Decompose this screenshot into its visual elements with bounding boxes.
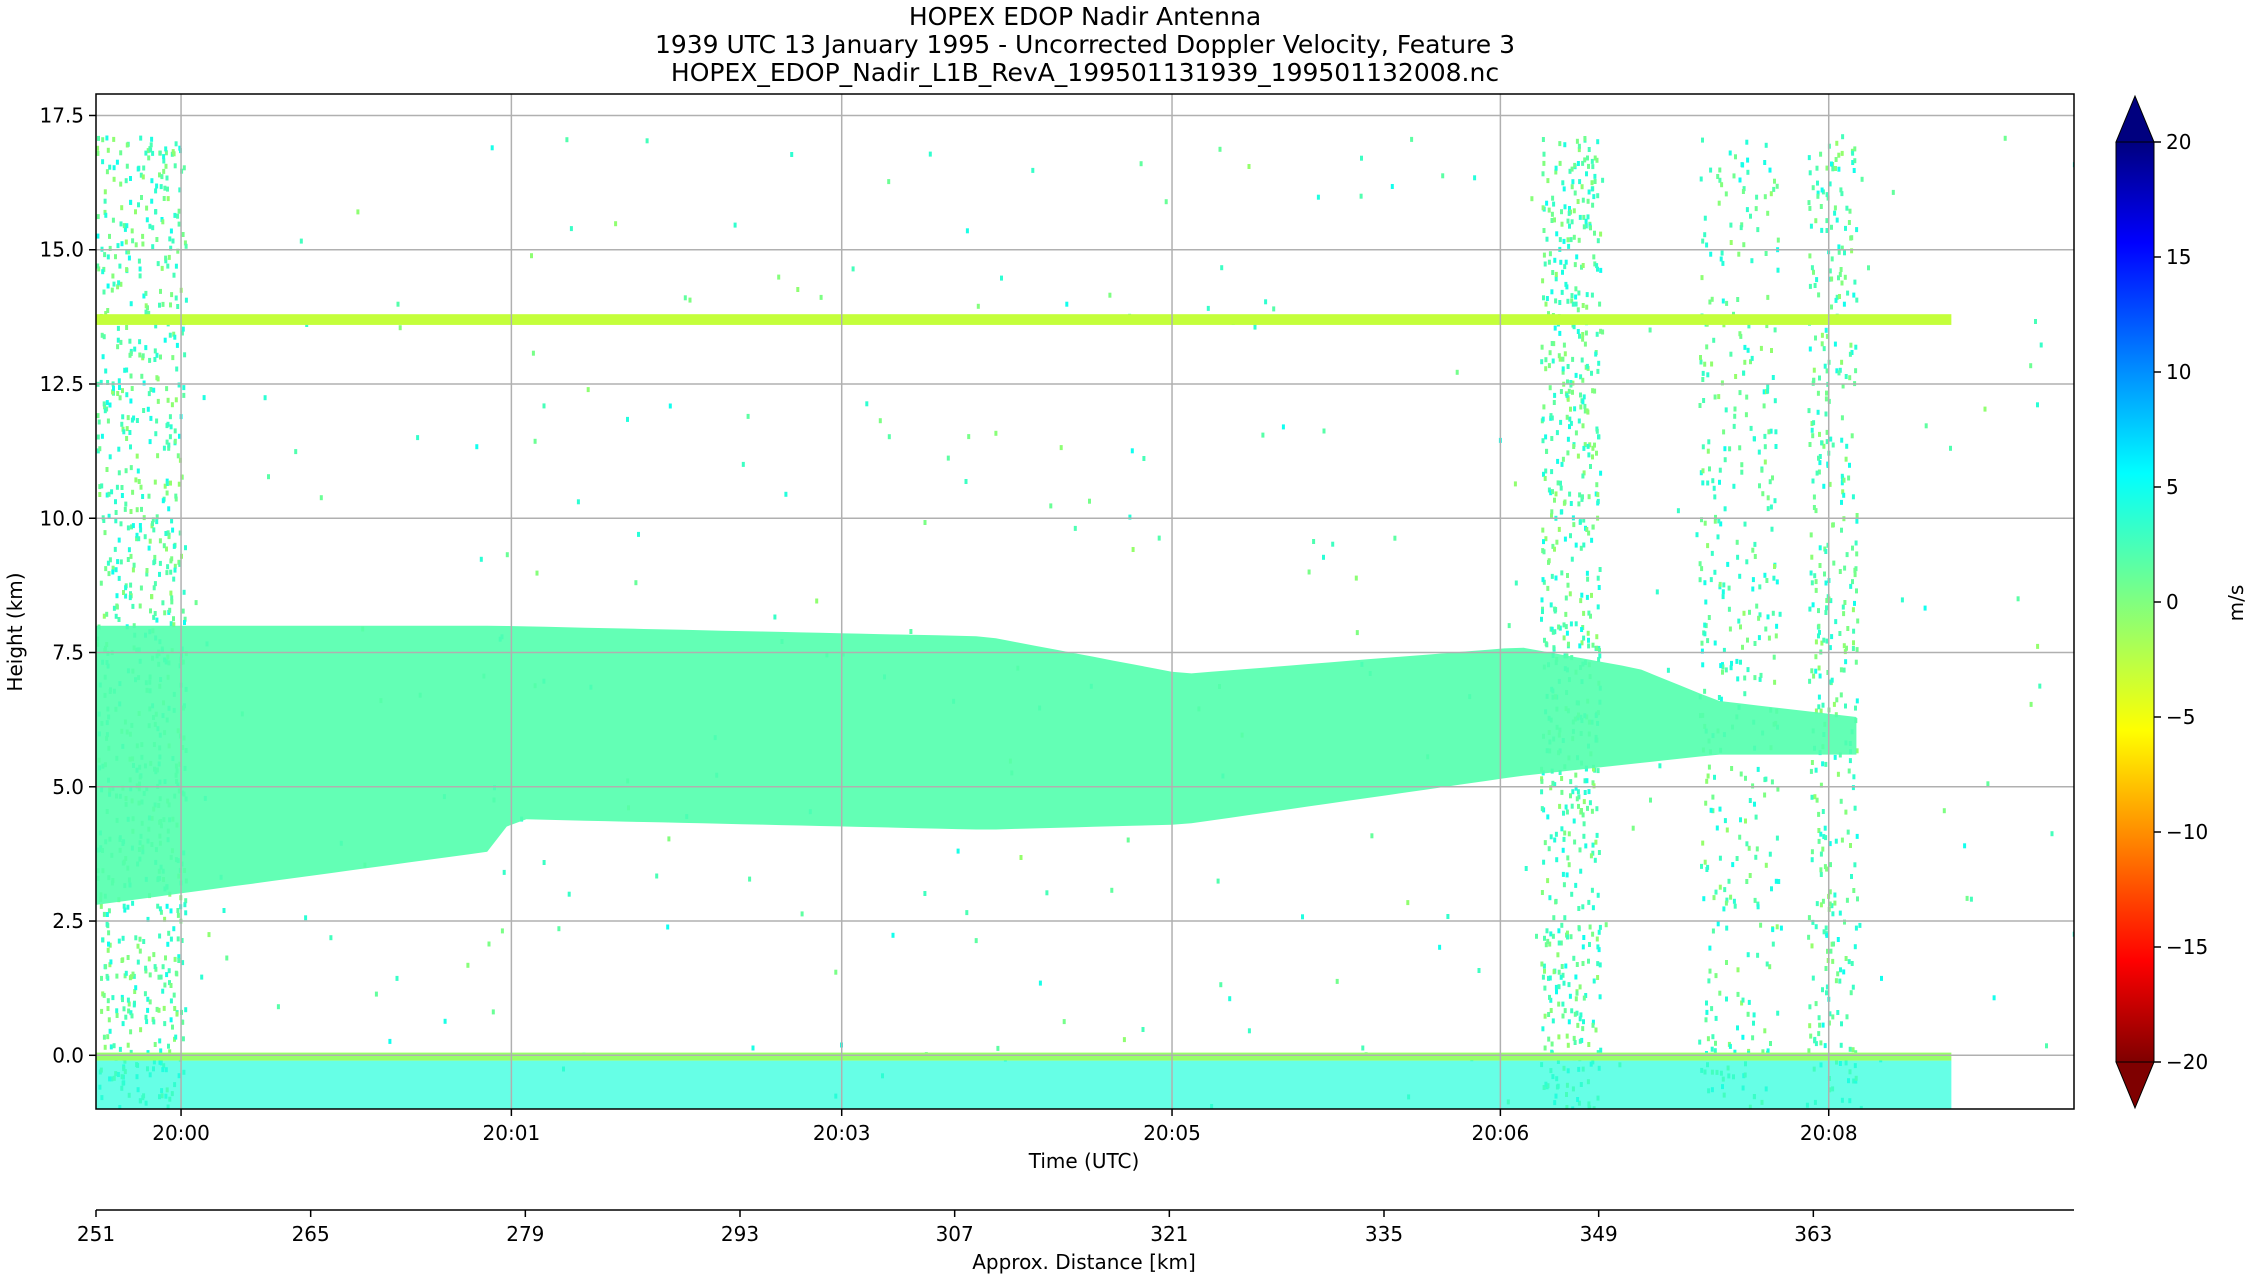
distance-tick-label-3: 293 [721, 1222, 759, 1246]
distance-tick-label-7: 349 [1580, 1222, 1618, 1246]
plot-area [96, 94, 2074, 1109]
distance-tick-label-5: 321 [1150, 1222, 1188, 1246]
x-tick-label-5: 20:08 [1800, 1121, 1858, 1145]
distance-axis: 251 265 279 293 307 321 335 349 363 [77, 1209, 2074, 1246]
aircraft-level-line [96, 314, 1952, 325]
x-tick-label-2: 20:03 [813, 1121, 871, 1145]
colorbar-tick-label-8: −20 [2166, 1050, 2208, 1074]
distance-tick-label-8: 363 [1794, 1222, 1832, 1246]
distance-tick-label-4: 307 [936, 1222, 974, 1246]
surface-return [96, 1052, 1952, 1061]
distance-tick-label-0: 251 [77, 1222, 115, 1246]
distance-tick-label-6: 335 [1365, 1222, 1403, 1246]
distance-tick-label-2: 279 [506, 1222, 544, 1246]
chart-svg: 0.02.55.07.510.012.515.017.5 20:00 20:01 2… [3, 93, 2248, 1274]
x-tick-label-0: 20:00 [152, 1121, 210, 1145]
colorbar-tick-label-7: −15 [2166, 935, 2208, 959]
y-tick-label-0: 0.0 [52, 1043, 84, 1067]
colorbar-label: m/s [2224, 585, 2248, 622]
colorbar-extend-max [2115, 94, 2155, 143]
y-tick-label-4: 10.0 [39, 506, 84, 530]
echo-layer [96, 625, 1857, 905]
colorbar-tick-label-3: 5 [2166, 475, 2179, 499]
y-tick-label-2: 5.0 [52, 775, 84, 799]
colorbar-tick-label-2: 10 [2166, 360, 2191, 384]
figure: HOPEX EDOP Nadir Antenna 1939 UTC 13 Jan… [0, 0, 2250, 1275]
y-axis-label: Height (km) [3, 572, 27, 691]
colorbar-extend-min [2115, 1061, 2155, 1110]
x-axis-label: Time (UTC) [1028, 1149, 1140, 1173]
subsurface-echo [96, 1060, 1952, 1109]
grid-layer [96, 94, 2074, 1109]
plot-frame [95, 93, 2075, 1110]
colorbar-tick-label-0: 20 [2166, 130, 2191, 154]
x-tick-label-1: 20:01 [483, 1121, 541, 1145]
colorbar-tick-label-5: −5 [2166, 705, 2195, 729]
colorbar: 20 15 10 5 0 −5 −10 −15 −20 [2115, 94, 2208, 1110]
y-tick-label-1: 2.5 [52, 909, 84, 933]
feature-layer [96, 314, 1952, 1109]
speckle-layer [96, 134, 2074, 1109]
y-tick-label-7: 17.5 [39, 103, 84, 127]
colorbar-body [2115, 141, 2155, 1063]
y-tick-label-6: 15.0 [39, 238, 84, 262]
colorbar-tick-label-6: −10 [2166, 820, 2208, 844]
x-tick-label-4: 20:06 [1472, 1121, 1530, 1145]
y-tick-label-5: 12.5 [39, 372, 84, 396]
distance-axis-label: Approx. Distance [km] [972, 1250, 1196, 1274]
colorbar-tick-label-4: 0 [2166, 590, 2179, 614]
x-axis: 20:00 20:01 20:03 20:05 20:06 20:08 [152, 1109, 1858, 1145]
distance-tick-label-1: 265 [292, 1222, 330, 1246]
x-tick-label-3: 20:05 [1143, 1121, 1201, 1145]
y-axis: 0.0 2.5 5.0 7.5 10.0 12.5 15.0 17.5 [39, 103, 96, 1067]
colorbar-tick-label-1: 15 [2166, 245, 2191, 269]
y-tick-label-3: 7.5 [52, 641, 84, 665]
